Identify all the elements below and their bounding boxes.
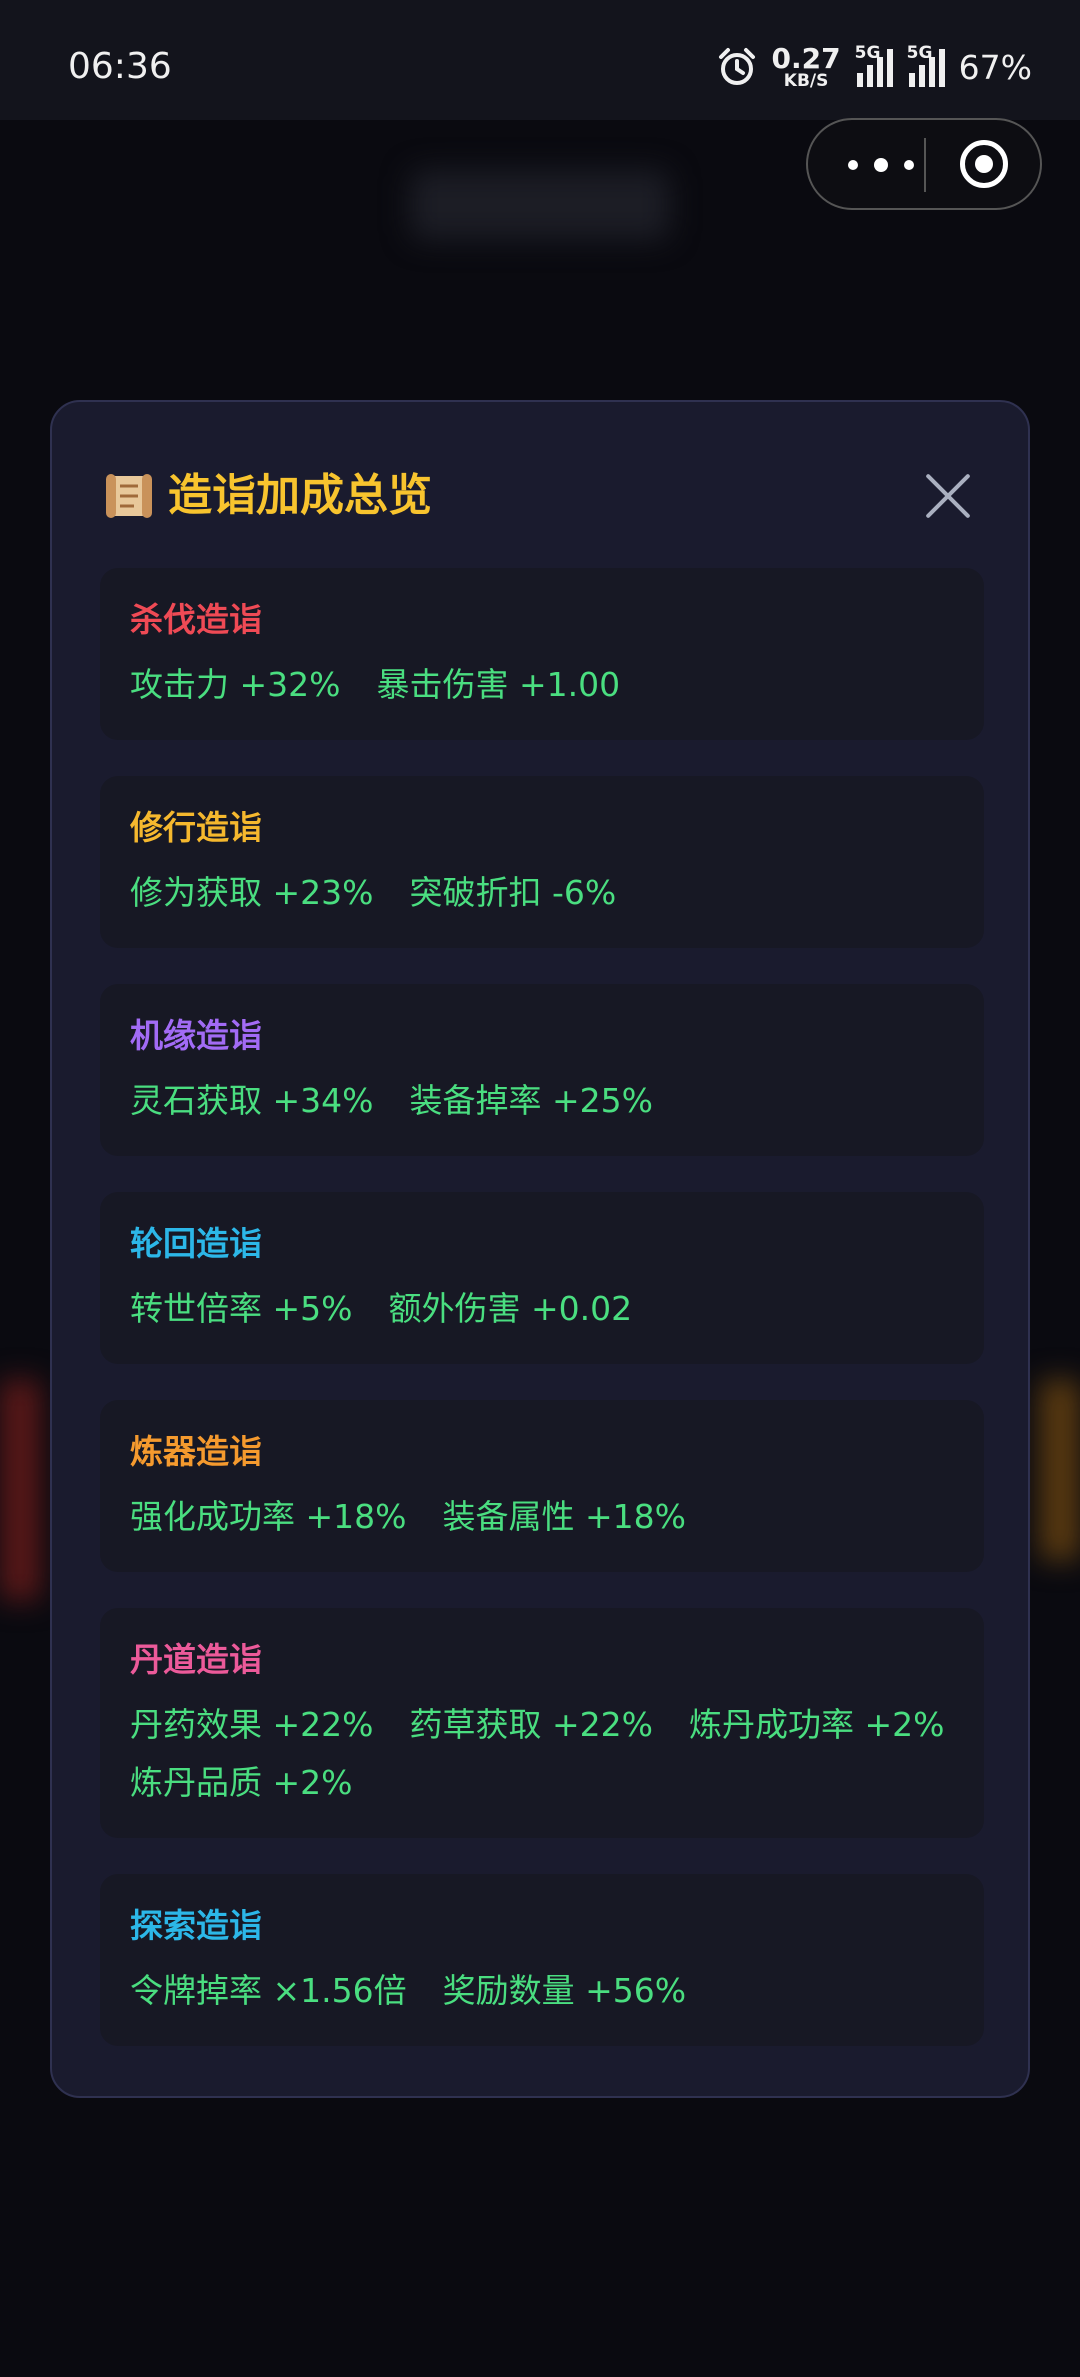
- status-icons: 0.27 KB/S 5G 5G 67%: [716, 42, 1032, 92]
- card-title: 探索造诣: [130, 1906, 262, 1945]
- bonus-item: 灵石获取 +34%: [130, 1081, 374, 1120]
- capsule-divider: [924, 138, 926, 192]
- bonus-card-slaughter: 杀伐造诣 攻击力 +32% 暴击伤害 +1.00: [100, 568, 984, 740]
- bonus-item: 炼丹品质 +2%: [130, 1763, 353, 1802]
- bonus-item: 令牌掉率 ×1.56倍: [130, 1971, 407, 2010]
- bonus-item: 突破折扣 -6%: [409, 873, 617, 912]
- bonus-item: 修为获取 +23%: [130, 873, 374, 912]
- bonus-item: 药草获取 +22%: [409, 1705, 654, 1744]
- bonus-item: 额外伤害 +0.02: [388, 1289, 633, 1328]
- card-bonuses: 修为获取 +23% 突破折扣 -6%: [130, 864, 960, 922]
- signal-icon-sim1: 5G: [855, 43, 893, 87]
- mini-program-capsule: [806, 118, 1042, 210]
- bonus-item: 奖励数量 +56%: [442, 1971, 687, 2010]
- card-title: 杀伐造诣: [130, 600, 262, 639]
- card-bonuses: 令牌掉率 ×1.56倍 奖励数量 +56%: [130, 1962, 960, 2020]
- alarm-icon: [718, 48, 755, 85]
- card-title: 轮回造诣: [130, 1224, 262, 1263]
- bonus-card-forging: 炼器造诣 强化成功率 +18% 装备属性 +18%: [100, 1400, 984, 1572]
- mini-program-close-icon[interactable]: [960, 140, 1008, 188]
- bonus-card-fortune: 机缘造诣 灵石获取 +34% 装备掉率 +25%: [100, 984, 984, 1156]
- card-title: 炼器造诣: [130, 1432, 262, 1471]
- bonus-item: 转世倍率 +5%: [130, 1289, 353, 1328]
- bonus-card-reincarnation: 轮回造诣 转世倍率 +5% 额外伤害 +0.02: [100, 1192, 984, 1364]
- modal-title: 造诣加成总览: [168, 470, 432, 521]
- card-bonuses: 转世倍率 +5% 额外伤害 +0.02: [130, 1280, 960, 1338]
- bonus-card-alchemy: 丹道造诣 丹药效果 +22% 药草获取 +22% 炼丹成功率 +2% 炼丹品质 +2%: [100, 1608, 984, 1838]
- bonus-item: 炼丹成功率 +2%: [689, 1705, 945, 1744]
- card-bonuses: 强化成功率 +18% 装备属性 +18%: [130, 1488, 960, 1546]
- status-time: 06:36: [68, 46, 172, 87]
- bonus-card-exploration: 探索造诣 令牌掉率 ×1.56倍 奖励数量 +56%: [100, 1874, 984, 2046]
- bonus-item: 强化成功率 +18%: [130, 1497, 407, 1536]
- card-bonuses: 丹药效果 +22% 药草获取 +22% 炼丹成功率 +2% 炼丹品质 +2%: [130, 1696, 960, 1812]
- battery-level: 67%: [958, 47, 1032, 87]
- card-bonuses: 攻击力 +32% 暴击伤害 +1.00: [130, 656, 960, 714]
- signal-icon-sim2: 5G: [907, 43, 945, 87]
- bonus-item: 装备属性 +18%: [442, 1497, 687, 1536]
- bonus-item: 丹药效果 +22%: [130, 1705, 374, 1744]
- bonus-item: 攻击力 +32%: [130, 665, 341, 704]
- network-speed: 0.27 KB/S: [771, 41, 841, 91]
- card-title: 修行造诣: [130, 808, 262, 847]
- bonus-item: 装备掉率 +25%: [409, 1081, 654, 1120]
- card-bonuses: 灵石获取 +34% 装备掉率 +25%: [130, 1072, 960, 1130]
- background-blur: [0, 1380, 40, 1600]
- more-icon[interactable]: [842, 144, 922, 184]
- bonus-overview-modal: 造诣加成总览 杀伐造诣 攻击力 +32% 暴击伤害 +1.00 修行造诣 修为获取…: [50, 400, 1030, 2098]
- close-icon[interactable]: [924, 472, 972, 520]
- background-blur: [1040, 1380, 1080, 1560]
- scroll-icon: [106, 474, 152, 518]
- background-blur: [410, 170, 670, 240]
- card-title: 丹道造诣: [130, 1640, 262, 1679]
- status-bar: 06:36 0.27 KB/S 5G 5G 67%: [0, 0, 1080, 120]
- card-title: 机缘造诣: [130, 1016, 262, 1055]
- bonus-card-cultivation: 修行造诣 修为获取 +23% 突破折扣 -6%: [100, 776, 984, 948]
- bonus-item: 暴击伤害 +1.00: [376, 665, 621, 704]
- modal-header: 造诣加成总览: [100, 464, 980, 528]
